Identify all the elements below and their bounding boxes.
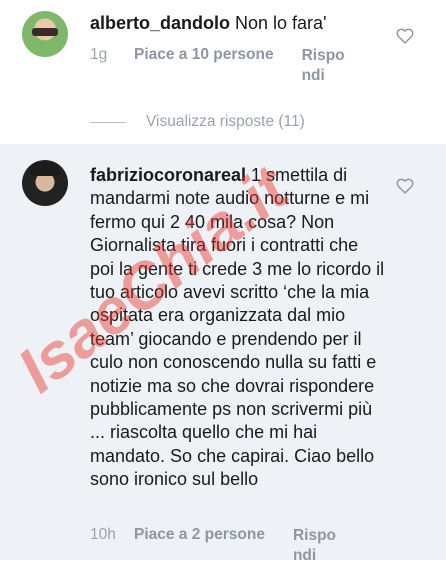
comment-text: 1 smettila di mandarmi note audio nottur… bbox=[90, 165, 385, 490]
comment-text: Non lo fara' bbox=[230, 13, 327, 33]
avatar-glasses bbox=[32, 28, 58, 36]
comment-meta: 1g Piace a 10 persone Rispondi bbox=[90, 46, 348, 86]
likes-count[interactable]: Piace a 2 persone bbox=[134, 526, 265, 544]
comment-meta: 10h Piace a 2 persone Rispondi bbox=[90, 526, 339, 566]
comment-username[interactable]: alberto_dandolo bbox=[90, 13, 230, 33]
avatar[interactable] bbox=[22, 160, 68, 206]
comment-item: fabriziocoronareal 1 smettila di mandarm… bbox=[0, 144, 446, 564]
view-replies-label: Visualizza risposte (11) bbox=[146, 113, 305, 130]
heart-icon[interactable] bbox=[396, 178, 414, 194]
comment-body: fabriziocoronareal 1 smettila di mandarm… bbox=[90, 164, 386, 492]
avatar[interactable] bbox=[22, 11, 68, 57]
comment-body: alberto_dandolo Non lo fara' bbox=[90, 12, 386, 35]
comment-username[interactable]: fabriziocoronareal bbox=[90, 165, 246, 185]
view-replies-divider bbox=[90, 121, 126, 123]
comment-time: 1g bbox=[90, 46, 108, 63]
reply-button[interactable]: Rispondi bbox=[293, 526, 339, 566]
comment-item: alberto_dandolo Non lo fara' 1g Piace a … bbox=[0, 0, 446, 144]
reply-button[interactable]: Rispondi bbox=[302, 46, 348, 86]
heart-icon[interactable] bbox=[396, 28, 414, 44]
avatar-hair bbox=[30, 162, 60, 176]
view-replies[interactable]: Visualizza risposte (11) bbox=[90, 113, 305, 131]
comment-time: 10h bbox=[90, 526, 116, 543]
likes-count[interactable]: Piace a 10 persone bbox=[134, 46, 274, 64]
